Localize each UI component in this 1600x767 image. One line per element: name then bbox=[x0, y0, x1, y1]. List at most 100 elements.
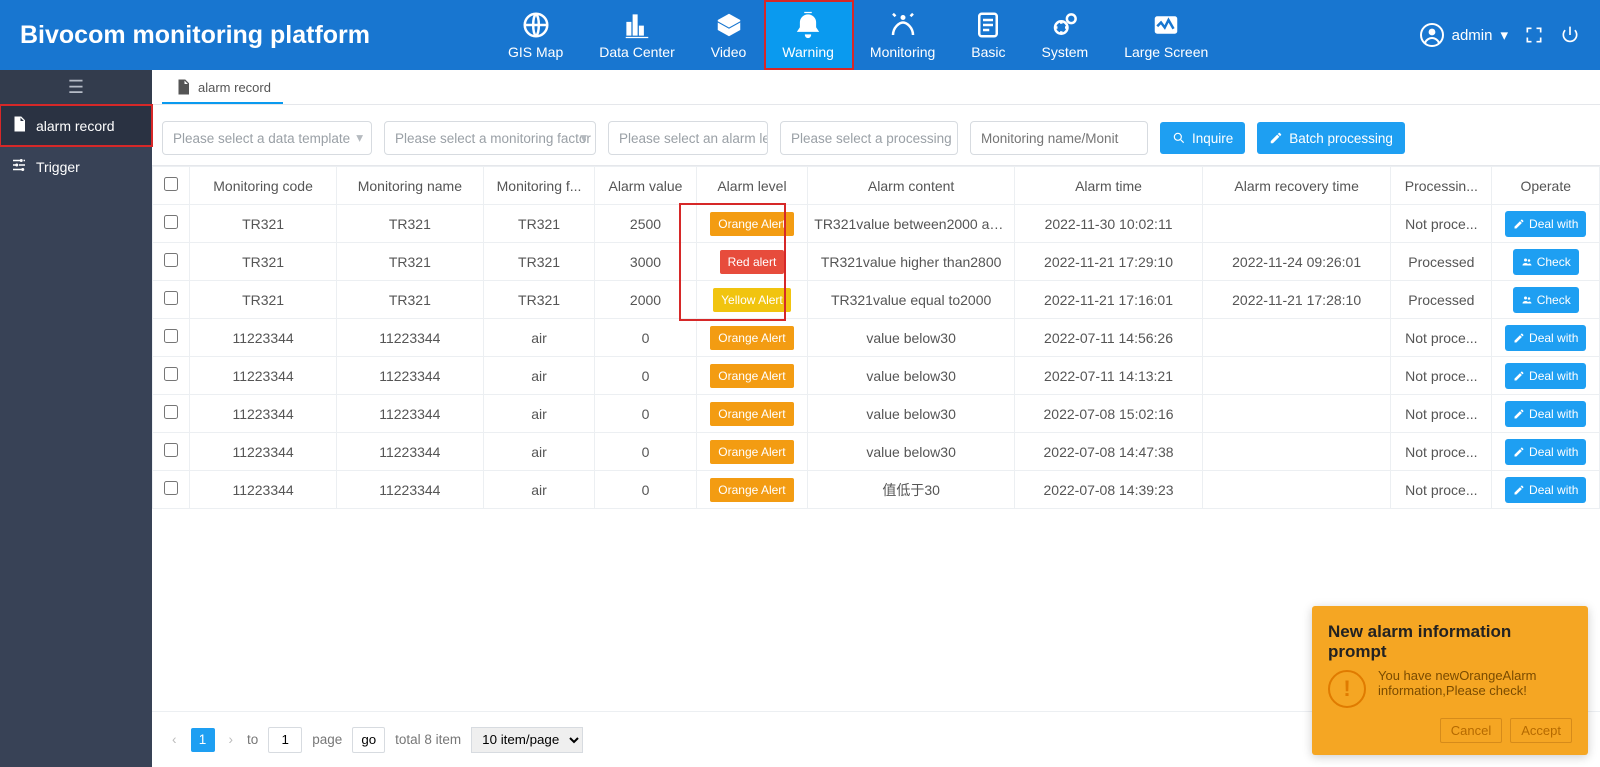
toast-title: New alarm information prompt bbox=[1328, 622, 1572, 662]
cell-factor: air bbox=[483, 357, 595, 395]
alarm-level-badge: Orange Alert bbox=[710, 364, 793, 388]
prev-page[interactable]: ‹ bbox=[168, 732, 181, 747]
row-action-button[interactable]: Deal with bbox=[1505, 211, 1586, 237]
row-action-button[interactable]: Check bbox=[1513, 287, 1579, 313]
alarm-level-badge: Orange Alert bbox=[710, 402, 793, 426]
sidebar-item-trigger[interactable]: Trigger bbox=[0, 146, 152, 187]
pager-to-label: to bbox=[247, 732, 258, 747]
row-action-button[interactable]: Deal with bbox=[1505, 477, 1586, 503]
cell-time: 2022-07-08 14:47:38 bbox=[1014, 433, 1202, 471]
row-checkbox[interactable] bbox=[164, 443, 178, 457]
alarm-level-badge: Orange Alert bbox=[710, 326, 793, 350]
cell-recover bbox=[1203, 319, 1391, 357]
nav-warning[interactable]: Warning bbox=[764, 0, 852, 70]
th-code: Monitoring code bbox=[190, 167, 337, 205]
cell-processing: Not proce... bbox=[1391, 319, 1492, 357]
toast-cancel-button[interactable]: Cancel bbox=[1440, 718, 1502, 743]
nav-large-screen[interactable]: Large Screen bbox=[1106, 0, 1226, 70]
pager-page-label: page bbox=[312, 732, 342, 747]
power-icon[interactable] bbox=[1560, 25, 1580, 45]
nav-system[interactable]: System bbox=[1024, 0, 1107, 70]
row-checkbox[interactable] bbox=[164, 253, 178, 267]
th-recover: Alarm recovery time bbox=[1203, 167, 1391, 205]
cell-time: 2022-11-21 17:29:10 bbox=[1014, 243, 1202, 281]
cell-content: value below30 bbox=[808, 319, 1015, 357]
cell-name: 11223344 bbox=[336, 433, 483, 471]
alarm-toast: New alarm information prompt ! You have … bbox=[1312, 606, 1588, 755]
search-input[interactable] bbox=[970, 121, 1148, 155]
cell-name: TR321 bbox=[336, 205, 483, 243]
page-go-button[interactable]: go bbox=[352, 727, 385, 753]
cell-name: 11223344 bbox=[336, 357, 483, 395]
tab-alarm-record[interactable]: alarm record bbox=[162, 72, 283, 104]
row-checkbox[interactable] bbox=[164, 367, 178, 381]
sidebar-item-label: Trigger bbox=[36, 159, 80, 175]
nav-basic[interactable]: Basic bbox=[953, 0, 1023, 70]
cell-processing: Not proce... bbox=[1391, 471, 1492, 509]
cell-processing: Not proce... bbox=[1391, 205, 1492, 243]
row-action-button[interactable]: Deal with bbox=[1505, 401, 1586, 427]
page-number[interactable]: 1 bbox=[191, 728, 215, 752]
top-nav: GIS Map Data CenterVideoWarningMonitoring… bbox=[490, 0, 1226, 70]
table-row: TR321TR321TR3212000Yellow AlertTR321valu… bbox=[153, 281, 1600, 319]
table-header-row: Monitoring code Monitoring name Monitori… bbox=[153, 167, 1600, 205]
cell-content: value below30 bbox=[808, 433, 1015, 471]
cell-factor: TR321 bbox=[483, 205, 595, 243]
nav-data-center[interactable]: Data Center bbox=[581, 0, 692, 70]
select-all-checkbox[interactable] bbox=[164, 177, 178, 191]
sidebar-item-alarm-record[interactable]: alarm record bbox=[0, 105, 152, 146]
cell-code: TR321 bbox=[190, 205, 337, 243]
cell-value: 0 bbox=[595, 471, 696, 509]
row-action-button[interactable]: Deal with bbox=[1505, 325, 1586, 351]
filter-level[interactable]: Please select an alarm leve bbox=[608, 121, 768, 155]
cell-level: Orange Alert bbox=[696, 471, 808, 509]
cell-time: 2022-11-21 17:16:01 bbox=[1014, 281, 1202, 319]
nav-video[interactable]: Video bbox=[693, 0, 765, 70]
nav-label: GIS Map bbox=[508, 44, 563, 60]
filter-template[interactable]: Please select a data template▾ bbox=[162, 121, 372, 155]
header-right: admin ▾ bbox=[1420, 23, 1580, 47]
cell-factor: TR321 bbox=[483, 243, 595, 281]
page-size-select[interactable]: 10 item/page bbox=[471, 727, 583, 753]
filter-processing[interactable]: Please select a processing bbox=[780, 121, 958, 155]
inquire-button[interactable]: Inquire bbox=[1160, 122, 1245, 154]
nav-gis-map[interactable]: GIS Map bbox=[490, 0, 581, 70]
th-factor: Monitoring f... bbox=[483, 167, 595, 205]
row-action-button[interactable]: Deal with bbox=[1505, 439, 1586, 465]
row-checkbox[interactable] bbox=[164, 215, 178, 229]
row-checkbox[interactable] bbox=[164, 405, 178, 419]
filter-factor[interactable]: Please select a monitoring factor▾ bbox=[384, 121, 596, 155]
cell-factor: TR321 bbox=[483, 281, 595, 319]
chevron-down-icon: ▾ bbox=[580, 130, 587, 146]
cell-name: TR321 bbox=[336, 281, 483, 319]
page-jump-input[interactable] bbox=[268, 727, 302, 753]
batch-processing-button[interactable]: Batch processing bbox=[1257, 122, 1405, 154]
table-row: 1122334411223344air0Orange Alertvalue be… bbox=[153, 395, 1600, 433]
user-menu[interactable]: admin ▾ bbox=[1420, 23, 1508, 47]
user-name: admin bbox=[1452, 27, 1493, 44]
alarm-level-badge: Orange Alert bbox=[710, 440, 793, 464]
th-content: Alarm content bbox=[808, 167, 1015, 205]
cell-recover: 2022-11-24 09:26:01 bbox=[1203, 243, 1391, 281]
warning-icon: ! bbox=[1328, 670, 1366, 708]
table-row: 1122334411223344air0Orange Alert值低于30202… bbox=[153, 471, 1600, 509]
cell-level: Orange Alert bbox=[696, 395, 808, 433]
cell-value: 0 bbox=[595, 433, 696, 471]
cell-factor: air bbox=[483, 471, 595, 509]
fullscreen-icon[interactable] bbox=[1524, 25, 1544, 45]
cell-name: 11223344 bbox=[336, 395, 483, 433]
toast-accept-button[interactable]: Accept bbox=[1510, 718, 1572, 743]
next-page[interactable]: › bbox=[225, 732, 238, 747]
toast-message: You have newOrangeAlarm information,Plea… bbox=[1378, 668, 1572, 698]
row-checkbox[interactable] bbox=[164, 329, 178, 343]
row-action-button[interactable]: Deal with bbox=[1505, 363, 1586, 389]
table-row: TR321TR321TR3212500Orange AlertTR321valu… bbox=[153, 205, 1600, 243]
cell-time: 2022-07-08 15:02:16 bbox=[1014, 395, 1202, 433]
th-proc: Processin... bbox=[1391, 167, 1492, 205]
nav-monitoring[interactable]: Monitoring bbox=[852, 0, 953, 70]
row-action-button[interactable]: Check bbox=[1513, 249, 1579, 275]
row-checkbox[interactable] bbox=[164, 481, 178, 495]
row-checkbox[interactable] bbox=[164, 291, 178, 305]
sidebar-toggle[interactable]: ☰ bbox=[0, 70, 152, 105]
cell-value: 0 bbox=[595, 319, 696, 357]
